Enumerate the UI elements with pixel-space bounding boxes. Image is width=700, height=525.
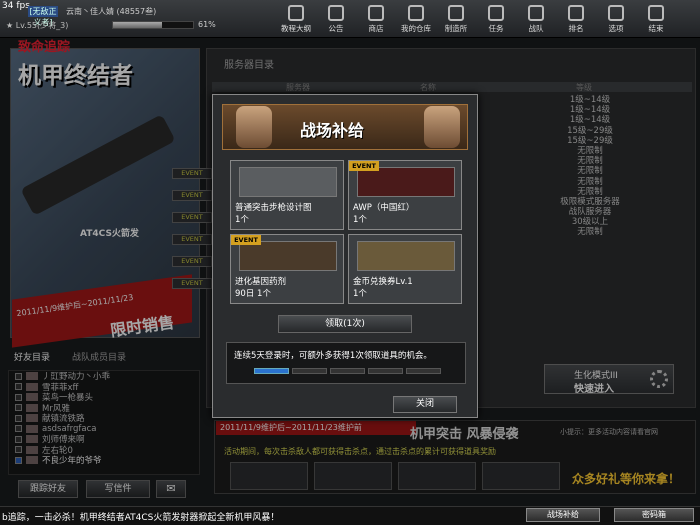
trophy-icon	[568, 5, 584, 21]
sniper-rifle-icon	[357, 167, 455, 197]
power-icon	[648, 5, 664, 21]
claim-button[interactable]: 领取(1次)	[278, 315, 412, 333]
close-button[interactable]: 关闭	[393, 396, 457, 413]
code-box-button[interactable]: 密码箱	[614, 508, 694, 522]
item-name: 进化基因药剂	[235, 277, 287, 287]
fps-counter: 34 fps	[2, 1, 30, 11]
supply-item-coin-voucher[interactable]: 金币兑换券Lv.1 1个	[348, 234, 462, 304]
xp-fill	[113, 22, 162, 28]
shop-icon	[368, 5, 384, 21]
event-badge: EVENT	[231, 235, 261, 245]
supply-item-rifle-blueprint[interactable]: 普通突击步枪设计图 1个	[230, 160, 344, 230]
coin-voucher-icon	[357, 241, 455, 271]
topnav-task[interactable]: 任务	[478, 3, 514, 37]
topnav-label: 结束	[648, 24, 664, 33]
topnav-label: 战队	[528, 24, 544, 33]
topnav-book[interactable]: 教程大纲	[278, 3, 314, 37]
player-level: ★ Lv.55(少将_3)	[6, 21, 69, 30]
book-icon	[288, 5, 304, 21]
shield-icon	[528, 5, 544, 21]
supply-item-gene-potion[interactable]: EVENT 进化基因药剂 90日 1个	[230, 234, 344, 304]
item-name: 金币兑换券Lv.1	[353, 277, 413, 287]
storage-icon	[408, 5, 424, 21]
soldier-portrait-icon	[424, 106, 460, 148]
task-icon	[488, 5, 504, 21]
topnav-gun-craft[interactable]: 制造所	[438, 3, 474, 37]
gear-icon	[608, 5, 624, 21]
modal-title: 战场补给	[300, 121, 365, 140]
login-progress-segment	[254, 368, 289, 374]
topnav-label: 排名	[568, 24, 584, 33]
item-qty: 1个	[353, 215, 367, 225]
supply-item-awp[interactable]: EVENT AWP（中国红） 1个	[348, 160, 462, 230]
topnav-shield[interactable]: 战队	[518, 3, 554, 37]
topnav-storage[interactable]: 我的仓库	[398, 3, 434, 37]
topnav-label: 商店	[368, 24, 384, 33]
xp-percent: 61%	[198, 20, 216, 29]
item-name: AWP（中国红）	[353, 203, 415, 213]
login-progress-segment	[406, 368, 441, 374]
topnav-label: 选项	[608, 24, 624, 33]
topnav-shop[interactable]: 商店	[358, 3, 394, 37]
topnav-label: 我的仓库	[401, 24, 431, 33]
server-name: 云南丶佳人婧 (48557叁)	[66, 7, 157, 16]
potion-icon	[239, 241, 337, 271]
soldier-portrait-icon	[236, 106, 272, 148]
topnav-megaphone[interactable]: 公告	[318, 3, 354, 37]
battle-supply-button[interactable]: 战场补给	[526, 508, 600, 522]
topnav-gear[interactable]: 选项	[598, 3, 634, 37]
topnav-trophy[interactable]: 排名	[558, 3, 594, 37]
topnav-power[interactable]: 结束	[638, 3, 674, 37]
clan-tag: [无敌正义者]	[28, 6, 58, 27]
item-name: 普通突击步枪设计图	[235, 203, 312, 213]
login-message: 连续5天登录时，可额外多获得1次领取道具的机会。	[234, 351, 432, 361]
blueprint-icon	[239, 167, 337, 197]
gun-craft-icon	[448, 5, 464, 21]
login-progress-segment	[330, 368, 365, 374]
topnav-label: 教程大纲	[281, 24, 311, 33]
item-qty: 90日 1个	[235, 289, 271, 299]
megaphone-icon	[328, 5, 344, 21]
login-progress-segment	[368, 368, 403, 374]
level-text: Lv.55(少将_3)	[15, 21, 69, 30]
topnav-label: 公告	[328, 24, 344, 33]
item-qty: 1个	[353, 289, 367, 299]
xp-bar	[112, 21, 194, 29]
item-qty: 1个	[235, 215, 249, 225]
event-badge: EVENT	[349, 161, 379, 171]
login-progress-segment	[292, 368, 327, 374]
item-days: 90日	[235, 289, 255, 299]
topnav-label: 任务	[488, 24, 504, 33]
topnav-label: 制造所	[444, 24, 468, 33]
ticker-text: b追踪，一击必杀！机甲终结者AT4CS火箭发射器掀起全新机甲风暴！	[2, 513, 280, 523]
